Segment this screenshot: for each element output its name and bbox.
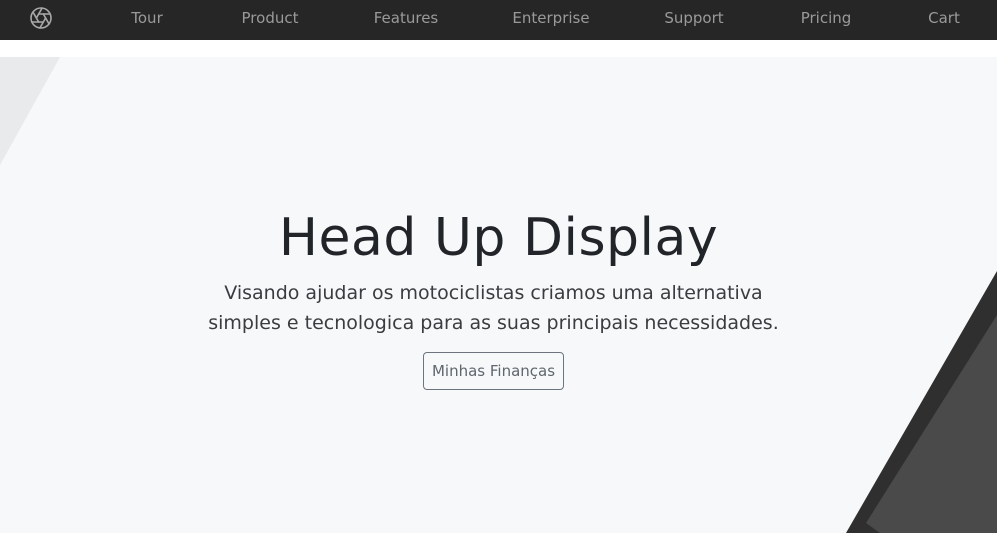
nav-item-support[interactable]: Support xyxy=(664,0,723,40)
nav-item-pricing[interactable]: Pricing xyxy=(801,0,852,40)
aperture-icon[interactable] xyxy=(29,6,53,30)
right-device-screen xyxy=(866,315,997,533)
nav-item-features[interactable]: Features xyxy=(374,0,439,40)
minhas-financas-button[interactable]: Minhas Finanças xyxy=(423,352,564,390)
hero-subtitle: Visando ajudar os motociclistas criamos … xyxy=(208,282,779,334)
nav-item-tour[interactable]: Tour xyxy=(131,0,162,40)
left-device-shape xyxy=(0,57,60,165)
hero-section: Head Up Display Visando ajudar os motoci… xyxy=(0,57,997,533)
hero-title: Head Up Display xyxy=(278,208,719,268)
nav-item-product[interactable]: Product xyxy=(242,0,299,40)
nav-item-cart[interactable]: Cart xyxy=(928,0,960,40)
nav-item-enterprise[interactable]: Enterprise xyxy=(512,0,589,40)
top-navbar: Tour Product Features Enterprise Support… xyxy=(0,0,997,40)
